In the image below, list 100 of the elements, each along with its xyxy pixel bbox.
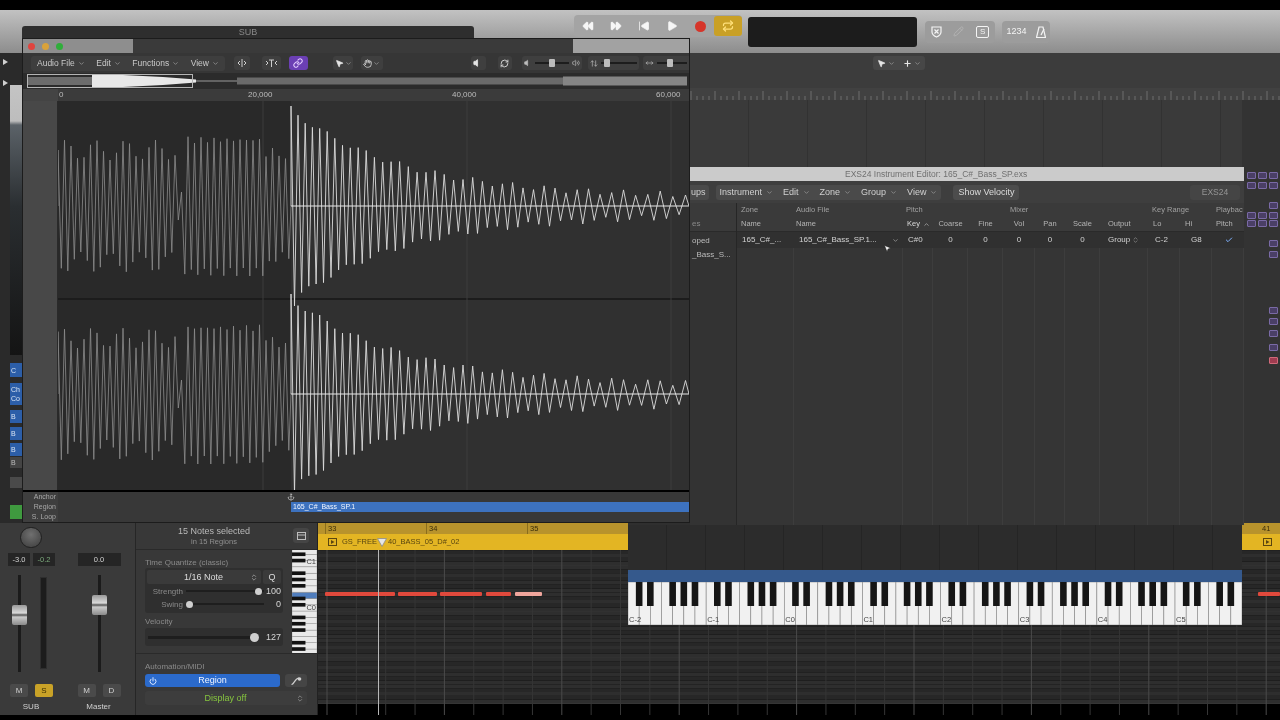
preview-speaker-button[interactable]: [470, 56, 486, 70]
menu-button[interactable]: Edit: [96, 58, 121, 68]
inspector-toggle[interactable]: [10, 505, 22, 519]
anchor-icon[interactable]: [287, 493, 295, 501]
slider-label: Strength: [151, 587, 183, 596]
fader-knob[interactable]: [91, 595, 107, 616]
slider-value: 100: [264, 587, 281, 596]
metronome-icon: [1035, 25, 1046, 38]
sidebar-item[interactable]: _Bass_S...: [690, 248, 736, 262]
sidebar-header: es: [692, 220, 702, 228]
checkmark-icon[interactable]: [1225, 236, 1233, 244]
menu-button[interactable]: View: [190, 58, 219, 68]
ruler-label: 60,000: [656, 91, 681, 99]
split-icon: [236, 59, 247, 67]
cycle-icon: [722, 20, 734, 32]
table-cell[interactable]: 165_C#_Bass_SP.1...: [799, 236, 877, 244]
midi-note[interactable]: [398, 592, 437, 596]
play-icon: [666, 20, 678, 32]
fader-knob[interactable]: [12, 605, 27, 626]
skip-back-icon: [638, 20, 650, 32]
power-icon: [149, 676, 157, 685]
midi-note[interactable]: [515, 592, 542, 596]
channel-button[interactable]: S: [35, 684, 53, 697]
quantize-value-popup[interactable]: 1/16 Note: [147, 570, 261, 584]
chevron-down-icon: [930, 188, 938, 196]
hand-tool-button[interactable]: [361, 56, 383, 70]
chevron-down-icon: [888, 59, 895, 67]
menu-button[interactable]: Group: [861, 187, 898, 197]
pointer-icon: [334, 58, 344, 68]
table-cell[interactable]: Group: [1108, 236, 1131, 244]
menu-button[interactable]: Functions: [132, 58, 180, 68]
slider-knob[interactable]: [603, 59, 610, 67]
chevron-down-icon: [766, 188, 774, 196]
chevron-down-icon: [77, 59, 85, 67]
channel-button[interactable]: D: [102, 684, 121, 697]
quantize-button[interactable]: Q: [263, 570, 281, 584]
chevron-down-icon: [914, 59, 921, 67]
display-popup[interactable]: Display off: [145, 691, 307, 705]
midi-note[interactable]: [486, 592, 511, 596]
menu-button[interactable]: Edit: [783, 187, 810, 197]
slider-label: Swing: [160, 600, 183, 609]
menu-button[interactable]: Audio File: [37, 58, 85, 68]
slider-knob[interactable]: [666, 59, 673, 67]
chevron-down-icon: [113, 59, 121, 67]
table-cell: 0: [1080, 236, 1085, 244]
dropdown-caret-icon[interactable]: [892, 236, 899, 244]
table-cell: 0: [1047, 236, 1053, 244]
section-title: Automation/MIDI: [145, 662, 206, 672]
pan-knob[interactable]: [20, 527, 42, 548]
slider-knob[interactable]: [254, 588, 262, 595]
slider-knob[interactable]: [250, 632, 259, 642]
stepper-icon[interactable]: [1132, 236, 1140, 244]
menu-button[interactable]: Zone: [819, 187, 852, 197]
channel-button[interactable]: M: [77, 684, 96, 697]
link-button[interactable]: [288, 56, 309, 70]
curve-button[interactable]: [285, 674, 307, 687]
inspector-toggle[interactable]: [10, 477, 22, 488]
table-cell: 165_C#_...: [742, 236, 782, 244]
minimize-button[interactable]: [42, 42, 49, 50]
menu-button[interactable]: View: [907, 187, 938, 197]
ruler-label: 20,000: [248, 91, 273, 99]
automation-mode-button[interactable]: Region: [145, 674, 280, 687]
trim-icon: [264, 59, 278, 67]
channel-button[interactable]: M: [10, 684, 28, 697]
show-velocity-button[interactable]: Show Velocity: [953, 184, 1020, 200]
hand-icon: [363, 58, 373, 68]
table-cell: C-2: [1155, 236, 1168, 244]
rewind-icon: [582, 20, 594, 32]
close-button[interactable]: [28, 42, 35, 50]
trim-tool-button[interactable]: [261, 56, 281, 70]
ruler-label: 0: [59, 91, 64, 99]
record-icon: [694, 20, 706, 32]
ruler-label: 40,000: [452, 91, 477, 99]
table-cell: 0: [948, 236, 953, 244]
chevron-down-icon: [844, 188, 852, 196]
disclosure-triangle-icon[interactable]: [2, 80, 8, 86]
groups-button[interactable]: ups: [690, 184, 709, 200]
loop-button[interactable]: [497, 56, 512, 70]
section-title: Time Quantize (classic): [145, 558, 230, 568]
piano-keyboard[interactable]: [628, 582, 1242, 625]
midi-note[interactable]: [1258, 592, 1280, 596]
overview-selection[interactable]: [27, 74, 193, 88]
slider-knob[interactable]: [186, 601, 193, 608]
disclosure-triangle-icon[interactable]: [2, 59, 8, 65]
panel-toggle-button[interactable]: [293, 528, 309, 543]
stepper-icon: [250, 572, 258, 582]
window-title: SUB: [238, 27, 258, 37]
midi-region[interactable]: [1242, 534, 1280, 550]
crosshair-icon: [903, 58, 912, 68]
channel-name: SUB: [21, 701, 41, 712]
pointer-icon: [877, 58, 886, 68]
speaker-loud-icon: [571, 59, 580, 67]
chevron-down-icon: [172, 59, 180, 67]
cycle-button[interactable]: [714, 16, 742, 36]
sidebar-item[interactable]: oped: [690, 234, 736, 248]
slider-knob[interactable]: [548, 59, 555, 67]
chevron-down-icon: [344, 59, 352, 67]
split-tool-button[interactable]: [233, 56, 250, 70]
pointer-tool-button[interactable]: [333, 56, 354, 70]
menu-button[interactable]: Instrument: [719, 187, 774, 197]
